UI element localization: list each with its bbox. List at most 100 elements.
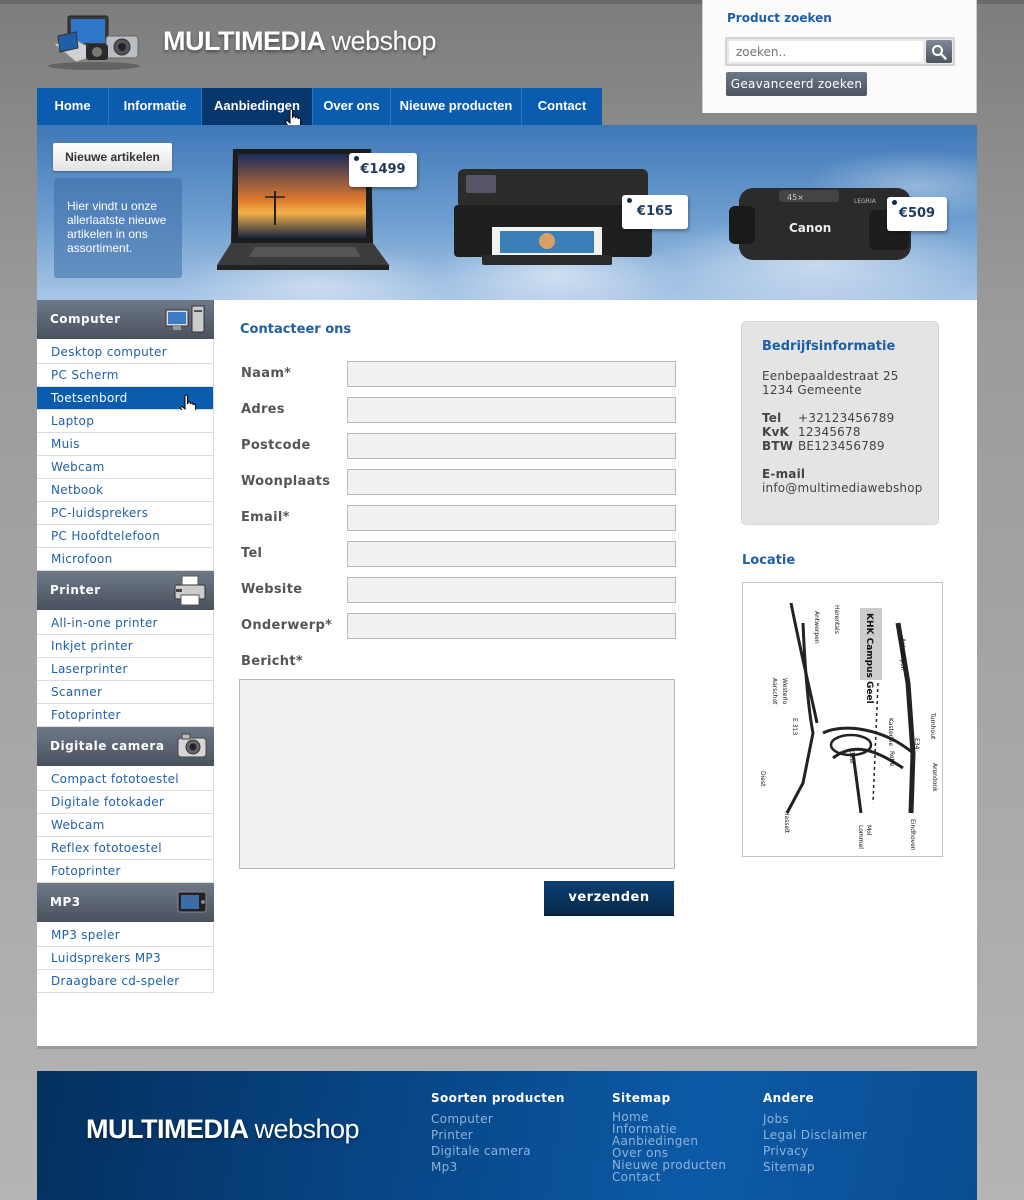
company-email[interactable]: info@multimediawebshop: [762, 481, 923, 495]
sidebar-item-compact-fototoestel[interactable]: Compact fototoestel: [37, 768, 214, 791]
email-input[interactable]: [347, 505, 676, 531]
footer-link-contact[interactable]: Contact: [612, 1171, 726, 1183]
nav-nieuwe-producten[interactable]: Nieuwe producten: [391, 88, 522, 125]
sidebar-item-laptop[interactable]: Laptop: [37, 410, 214, 433]
svg-text:45×: 45×: [787, 193, 804, 202]
advanced-search-button[interactable]: Geavanceerd zoeken: [726, 72, 867, 96]
search-button[interactable]: [926, 40, 952, 63]
company-email-label: E-mail: [762, 467, 806, 481]
label-postcode: Postcode: [241, 438, 311, 453]
label-tel: Tel: [241, 546, 263, 561]
main-nav: Home Informatie Aanbiedingen Over ons Ni…: [37, 88, 602, 131]
nav-informatie[interactable]: Informatie: [109, 88, 202, 125]
adres-input[interactable]: [347, 397, 676, 423]
sidebar-item-netbook[interactable]: Netbook: [37, 479, 214, 502]
category-header-printer[interactable]: Printer: [37, 571, 214, 610]
price-tag-camcorder: €509: [887, 197, 947, 231]
sidebar-item-pc-hoofdtelefoon[interactable]: PC Hoofdtelefoon: [37, 525, 214, 548]
camera-icon: [177, 733, 207, 758]
footer-col-products: Soorten producten Computer Printer Digit…: [431, 1091, 565, 1175]
sidebar-item-mp3-speler[interactable]: MP3 speler: [37, 924, 214, 947]
sidebar-item-luidsprekers-mp3[interactable]: Luidsprekers MP3: [37, 947, 214, 970]
label-woonplaats: Woonplaats: [241, 474, 331, 489]
new-articles-button[interactable]: Nieuwe artikelen: [53, 143, 172, 171]
sidebar-item-toetsenbord[interactable]: Toetsenbord: [37, 387, 214, 417]
map-label-aarschot: Aarschot: [771, 678, 778, 705]
category-sidebar: Computer Desktop computer PC Scherm Toet…: [37, 300, 214, 993]
map-label-diest: Diest: [759, 771, 766, 787]
svg-text:Canon: Canon: [789, 221, 831, 235]
search-title: Product zoeken: [727, 11, 832, 25]
footer-link-mp3[interactable]: Mp3: [431, 1159, 565, 1175]
map-label-arendonk: Arendonk: [931, 763, 938, 792]
computer-icon: [165, 305, 205, 333]
footer: MULTIMEDIA webshop Soorten producten Comp…: [37, 1071, 977, 1200]
sidebar-item-draagbare-cd-speler[interactable]: Draagbare cd-speler: [37, 970, 214, 993]
bericht-textarea[interactable]: [239, 679, 675, 869]
sidebar-item-inkjet-printer[interactable]: Inkjet printer: [37, 635, 214, 658]
sidebar-item-fotoprinter-2[interactable]: Fotoprinter: [37, 860, 214, 883]
nav-contact[interactable]: Contact: [522, 88, 602, 125]
nav-over-ons[interactable]: Over ons: [313, 88, 391, 125]
sidebar-item-laserprinter[interactable]: Laserprinter: [37, 658, 214, 681]
footer-col-andere: Andere Jobs Legal Disclaimer Privacy Sit…: [763, 1091, 867, 1175]
map-label-campus: KHK Campus Geel: [864, 613, 874, 704]
search-input[interactable]: [729, 41, 923, 62]
footer-link-sitemap[interactable]: Sitemap: [763, 1159, 867, 1175]
postcode-input[interactable]: [347, 433, 676, 459]
company-kvk: KvK 12345678: [762, 425, 861, 439]
sidebar-item-muis[interactable]: Muis: [37, 433, 214, 456]
location-map[interactable]: KHK Campus Geel Antwerpen Herentals Turn…: [742, 582, 943, 857]
map-label-e34: E34: [913, 738, 920, 750]
sidebar-item-all-in-one-printer[interactable]: All-in-one printer: [37, 612, 214, 635]
product-search-panel: Product zoeken Geavanceerd zoeken: [702, 0, 977, 113]
category-title: MP3: [50, 895, 81, 909]
footer-link-jobs[interactable]: Jobs: [763, 1111, 867, 1127]
sidebar-item-desktop-computer[interactable]: Desktop computer: [37, 341, 214, 364]
footer-link-printer[interactable]: Printer: [431, 1127, 565, 1143]
footer-link-computer[interactable]: Computer: [431, 1111, 565, 1127]
banner-description: Hier vindt u onze allerlaatste nieuwe ar…: [54, 178, 182, 278]
map-label-geel: Geel: [848, 750, 855, 764]
company-city: 1234 Gemeente: [762, 383, 862, 397]
sidebar-item-microfoon[interactable]: Microfoon: [37, 548, 214, 571]
label-naam: Naam*: [241, 366, 292, 381]
footer-logo[interactable]: MULTIMEDIA webshop: [86, 1114, 360, 1145]
woonplaats-input[interactable]: [347, 469, 676, 495]
sidebar-item-pc-scherm[interactable]: PC Scherm: [37, 364, 214, 387]
footer-link-privacy[interactable]: Privacy: [763, 1143, 867, 1159]
category-header-computer[interactable]: Computer: [37, 300, 214, 339]
map-label-mol: Mol: [865, 825, 872, 836]
category-title: Digitale camera: [50, 739, 165, 753]
naam-input[interactable]: [347, 361, 676, 387]
category-header-mp3[interactable]: MP3: [37, 883, 214, 922]
footer-link-legal-disclaimer[interactable]: Legal Disclaimer: [763, 1127, 867, 1143]
sidebar-item-webcam-2[interactable]: Webcam: [37, 814, 214, 837]
content-area: Computer Desktop computer PC Scherm Toet…: [37, 300, 977, 1049]
footer-link-digitale-camera[interactable]: Digitale camera: [431, 1143, 565, 1159]
company-btw: BTW BE123456789: [762, 439, 885, 453]
search-field-wrap: [725, 37, 955, 66]
onderwerp-input[interactable]: [347, 613, 676, 639]
nav-aanbiedingen[interactable]: Aanbiedingen: [202, 88, 313, 131]
website-input[interactable]: [347, 577, 676, 603]
category-header-digitale-camera[interactable]: Digitale camera: [37, 727, 214, 766]
sidebar-item-reflex-fototoestel[interactable]: Reflex fototoestel: [37, 837, 214, 860]
sidebar-item-digitale-fotokader[interactable]: Digitale fotokader: [37, 791, 214, 814]
map-label-retie: Retie: [888, 751, 895, 767]
map-label-hasselt: Hasselt: [783, 811, 790, 834]
search-icon: [932, 45, 947, 60]
site-logo[interactable]: MULTIMEDIA webshop: [46, 14, 446, 76]
location-title: Locatie: [742, 553, 796, 568]
sidebar-item-fotoprinter[interactable]: Fotoprinter: [37, 704, 214, 727]
sidebar-item-pc-luidsprekers[interactable]: PC-luidsprekers: [37, 502, 214, 525]
sidebar-item-webcam[interactable]: Webcam: [37, 456, 214, 479]
label-onderwerp: Onderwerp*: [241, 618, 333, 633]
printer-icon: [174, 575, 206, 606]
tel-input[interactable]: [347, 541, 676, 567]
submit-button[interactable]: verzenden: [544, 881, 674, 916]
sidebar-item-scanner[interactable]: Scanner: [37, 681, 214, 704]
nav-home[interactable]: Home: [37, 88, 109, 125]
price-tag-printer: €165: [622, 195, 688, 229]
category-title: Printer: [50, 583, 101, 597]
